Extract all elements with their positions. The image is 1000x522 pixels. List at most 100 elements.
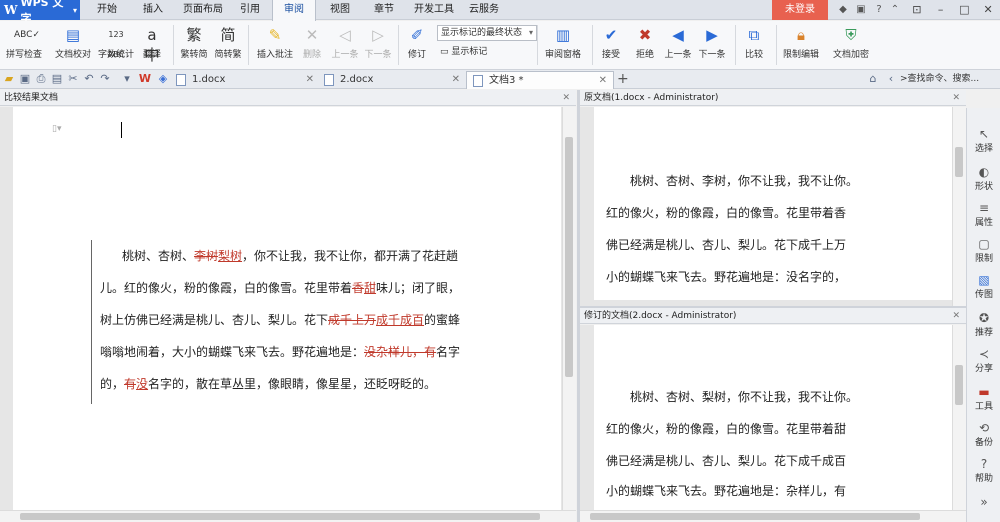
sidebar-restrict[interactable]: ▢ 限制: [967, 238, 1000, 265]
menu-view[interactable]: 视图: [320, 0, 360, 20]
scroll-thumb[interactable]: [20, 513, 540, 520]
next-comment-button[interactable]: ▷ 下一条: [362, 23, 394, 68]
close-icon[interactable]: ✕: [306, 71, 314, 88]
print-preview-icon[interactable]: ▤: [50, 72, 64, 86]
menu-chapter[interactable]: 章节: [364, 0, 404, 20]
vertical-scrollbar[interactable]: [562, 107, 576, 510]
new-tab-button[interactable]: +: [617, 71, 629, 87]
compare-result-paragraph[interactable]: 桃树、杏树、李树梨树，你不让我，我不让你，都开满了花赶趟 儿。红的像火，粉的像霞，…: [100, 240, 540, 400]
login-button[interactable]: 未登录: [772, 0, 828, 20]
word-count-button[interactable]: 123 ABC 字数统计: [96, 23, 136, 68]
window-controls: ⊡ – □ ✕: [905, 0, 1000, 20]
prev-comment-button[interactable]: ◁ 上一条: [330, 23, 360, 68]
track-changes-button[interactable]: ✐ 修订: [402, 23, 432, 68]
word-count-icon: 123 ABC: [107, 30, 125, 59]
lock-icon[interactable]: ▣: [854, 3, 868, 17]
next-change-button[interactable]: ▶ 下一条: [696, 23, 728, 68]
vertical-scrollbar[interactable]: [952, 107, 966, 307]
save-icon[interactable]: ▣: [18, 72, 32, 86]
menu-developer[interactable]: 开发工具: [406, 0, 462, 20]
delete-comment-button[interactable]: ✕ 删除: [298, 23, 326, 68]
menu-review[interactable]: 审阅: [272, 0, 316, 21]
wps-home-icon[interactable]: W: [138, 72, 152, 86]
minimize-icon[interactable]: –: [929, 0, 953, 20]
sidebar-backup[interactable]: ⟲ 备份: [967, 422, 1000, 449]
markup-state-select[interactable]: 显示标记的最终状态 ▾: [437, 25, 537, 41]
revised-line: 桃树、杏树、梨树，你不让我，我不让你。: [606, 390, 859, 404]
quick-access-dropdown-icon[interactable]: ▾: [120, 72, 134, 86]
menu-references[interactable]: 引用: [230, 0, 270, 20]
document-icon: [176, 74, 186, 86]
close-icon[interactable]: ✕: [952, 90, 960, 106]
scroll-thumb[interactable]: [955, 147, 963, 177]
show-markup-button[interactable]: ▭ 显示标记: [440, 45, 510, 59]
maximize-icon[interactable]: □: [953, 0, 977, 20]
encrypt-document-button[interactable]: ⛨ 文档加密: [830, 23, 872, 68]
delete-comment-icon: ✕: [305, 26, 319, 44]
to-traditional-button[interactable]: 简简转繁: [212, 23, 244, 68]
reject-button[interactable]: ✖ 拒绝: [630, 23, 660, 68]
revised-line: 红的像火，粉的像霞，白的像雪。花里带着甜: [606, 422, 847, 436]
to-simplified-button[interactable]: 繁繁转简: [178, 23, 210, 68]
cube-icon[interactable]: ◈: [156, 72, 170, 86]
tab-2-docx[interactable]: 2.docx ✕: [318, 71, 466, 89]
horizontal-scrollbar[interactable]: [580, 510, 966, 522]
review-pane-button[interactable]: ▥ 审阅窗格: [540, 23, 586, 68]
tab-1-docx[interactable]: 1.docx ✕: [170, 71, 320, 89]
scroll-thumb[interactable]: [590, 513, 920, 520]
insert-comment-button[interactable]: ✎ 插入批注: [254, 23, 296, 68]
spellcheck-button[interactable]: ABC✓ 拼写检查: [2, 23, 46, 68]
restrict-editing-button[interactable]: 🔒︎ 限制编辑: [780, 23, 822, 68]
review-pane-icon: ▥: [555, 26, 571, 44]
sidebar-collapse[interactable]: »: [967, 496, 1000, 509]
command-search-input[interactable]: >查找命令、搜索...: [900, 72, 1000, 87]
close-icon[interactable]: ✕: [452, 71, 460, 88]
accept-icon: ✔: [604, 26, 618, 44]
help-icon[interactable]: ?: [872, 3, 886, 17]
close-icon[interactable]: ✕: [599, 72, 607, 89]
menu-insert[interactable]: 插入: [131, 0, 175, 20]
sidebar-tools[interactable]: ▬ 工具: [967, 386, 1000, 413]
close-icon[interactable]: ✕: [952, 308, 960, 324]
sidebar-select[interactable]: ↖ 选择: [967, 128, 1000, 155]
print-icon[interactable]: ⎙: [34, 72, 48, 86]
comment-icon: ✎: [268, 26, 282, 44]
vertical-scrollbar[interactable]: [952, 325, 966, 510]
menu-cloud[interactable]: 云服务: [462, 0, 506, 20]
sidebar-shape[interactable]: ◐ 形状: [967, 166, 1000, 193]
redo-icon[interactable]: ↷: [98, 72, 112, 86]
close-icon[interactable]: ✕: [562, 90, 570, 106]
horizontal-scrollbar[interactable]: [0, 510, 576, 522]
translate-button[interactable]: a中 翻译: [138, 23, 166, 68]
original-line: 桃树、杏树、李树，你不让我，我不让你。: [606, 174, 859, 188]
skin-icon[interactable]: ◆: [836, 3, 850, 17]
menu-page-layout[interactable]: 页面布局: [177, 0, 229, 20]
sidebar-recommend[interactable]: ✪ 推荐: [967, 312, 1000, 339]
sidebar-properties[interactable]: ≡ 属性: [967, 202, 1000, 229]
scroll-thumb[interactable]: [565, 137, 573, 377]
prev-change-button[interactable]: ◀ 上一条: [662, 23, 694, 68]
compare-button[interactable]: ⧉ 比较: [740, 23, 768, 68]
restore-icon[interactable]: ⊡: [905, 0, 929, 20]
close-icon[interactable]: ✕: [976, 0, 1000, 20]
undo-icon[interactable]: ↶: [82, 72, 96, 86]
open-folder-icon[interactable]: ▰: [2, 72, 16, 86]
app-menu-button[interactable]: W WPS 文字 ▾: [0, 0, 80, 25]
accept-button[interactable]: ✔ 接受: [596, 23, 626, 68]
revised-page[interactable]: 桃树、杏树、梨树，你不让我，我不让你。 红的像火，粉的像霞，白的像雪。花里带着甜…: [594, 325, 952, 510]
format-painter-icon[interactable]: ✂: [66, 72, 80, 86]
original-page[interactable]: 桃树、杏树、李树，你不让我，我不让你。 红的像火，粉的像霞，白的像雪。花里带着香…: [594, 107, 952, 300]
menu-home[interactable]: 开始: [85, 0, 129, 20]
track-changes-icon: ✐: [410, 26, 424, 44]
scroll-thumb[interactable]: [955, 365, 963, 405]
ribbon-separator: [592, 25, 593, 65]
expand-icon[interactable]: ⌃: [888, 3, 902, 17]
tab-list-icon[interactable]: ⌂: [866, 72, 880, 86]
sidebar-help[interactable]: ? 帮助: [967, 458, 1000, 485]
sidebar-upload-image[interactable]: ▧ 传图: [967, 274, 1000, 301]
sidebar-share[interactable]: ≺ 分享: [967, 348, 1000, 375]
proofread-button[interactable]: ▤ 文档校对: [52, 23, 94, 68]
tab-document-3[interactable]: 文档3 * ✕: [466, 71, 614, 89]
ribbon-separator: [537, 25, 538, 65]
collapse-icon[interactable]: ‹: [884, 72, 898, 86]
